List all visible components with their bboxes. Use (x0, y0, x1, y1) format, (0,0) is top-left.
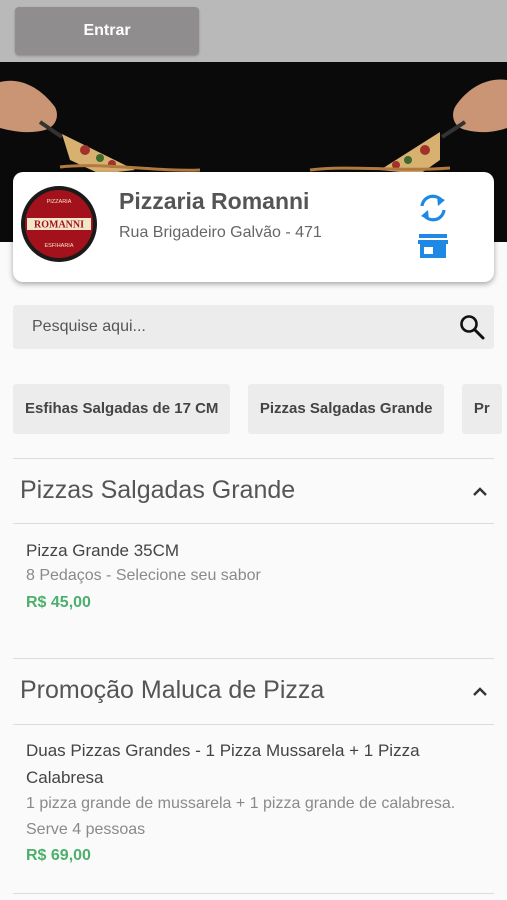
search-bar (13, 305, 494, 349)
section-divider (13, 458, 494, 459)
section-divider (13, 893, 494, 894)
item-description: 8 Pedaços - Selecione seu sabor (26, 567, 261, 584)
item-name: Duas Pizzas Grandes - 1 Pizza Mussarela … (26, 741, 420, 760)
item-price: R$ 69,00 (26, 847, 91, 864)
store-address: Rua Brigadeiro Galvão - 471 (119, 224, 322, 241)
item-description-continued: Serve 4 pessoas (26, 821, 146, 838)
chevron-up-icon[interactable] (470, 482, 490, 502)
section-title-promocao[interactable]: Promoção Maluca de Pizza (20, 676, 324, 705)
section-title-pizzas-salgadas[interactable]: Pizzas Salgadas Grande (20, 476, 295, 505)
store-name: Pizzaria Romanni (119, 188, 310, 214)
logo-wordmark: ROMANNI (34, 220, 84, 231)
search-icon[interactable] (458, 313, 486, 341)
section-divider (13, 523, 494, 524)
store-icon[interactable] (415, 230, 451, 262)
item-name: Pizza Grande 35CM (26, 541, 180, 560)
store-info-card: ROMANNI PIZZARIA ESFIHARIA Pizzaria Roma… (13, 172, 494, 282)
category-chip-pizzas-salgadas[interactable]: Pizzas Salgadas Grande (247, 384, 445, 434)
top-bar: Entrar (0, 0, 507, 62)
logo-top-text: PIZZARIA (47, 199, 72, 205)
item-description: 1 pizza grande de mussarela + 1 pizza gr… (26, 795, 456, 812)
item-name-continued: Calabresa (26, 768, 104, 787)
refresh-icon[interactable] (415, 192, 451, 224)
category-chip-promocao[interactable]: Pr (461, 384, 502, 434)
chevron-up-icon[interactable] (470, 682, 490, 702)
search-input[interactable] (13, 305, 462, 349)
category-chip-esfihas[interactable]: Esfihas Salgadas de 17 CM (13, 384, 231, 434)
store-logo: ROMANNI PIZZARIA ESFIHARIA (21, 186, 97, 262)
item-price: R$ 45,00 (26, 594, 91, 611)
section-divider (13, 658, 494, 659)
section-divider (13, 724, 494, 725)
login-button[interactable]: Entrar (15, 7, 199, 55)
category-chip-bar: Esfihas Salgadas de 17 CM Pizzas Salgada… (13, 384, 507, 434)
logo-bottom-text: ESFIHARIA (44, 243, 73, 249)
